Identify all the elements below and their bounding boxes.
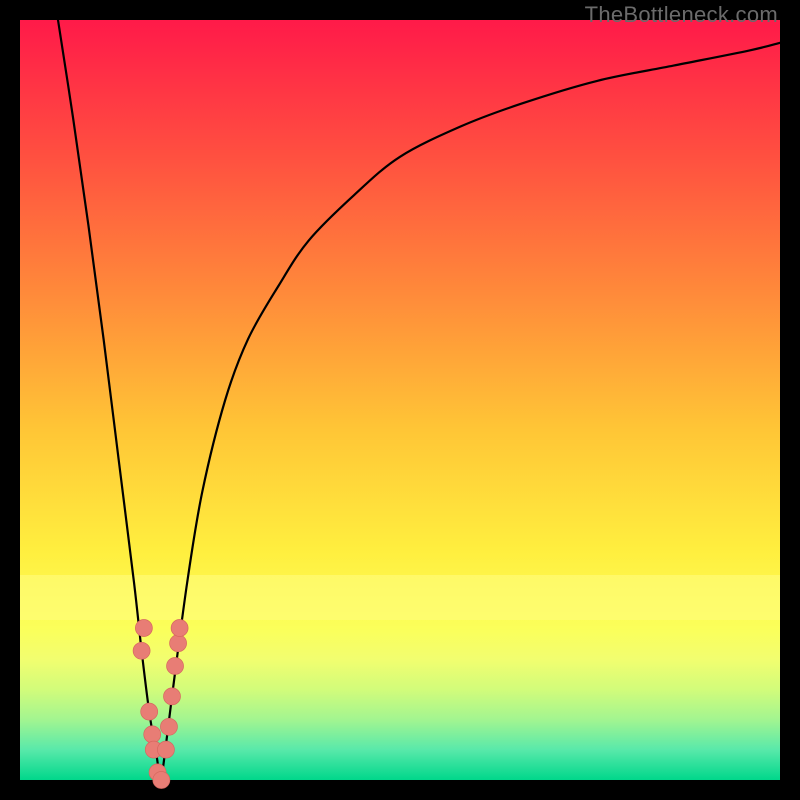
data-point (141, 703, 158, 720)
data-point (164, 688, 181, 705)
data-point (171, 620, 188, 637)
data-point (133, 642, 150, 659)
data-point (160, 718, 177, 735)
data-point (167, 658, 184, 675)
chart-svg (20, 20, 780, 780)
data-point (135, 620, 152, 637)
data-point (157, 741, 174, 758)
data-points-group (133, 620, 188, 789)
data-point (153, 772, 170, 789)
data-point (170, 635, 187, 652)
data-point (144, 726, 161, 743)
